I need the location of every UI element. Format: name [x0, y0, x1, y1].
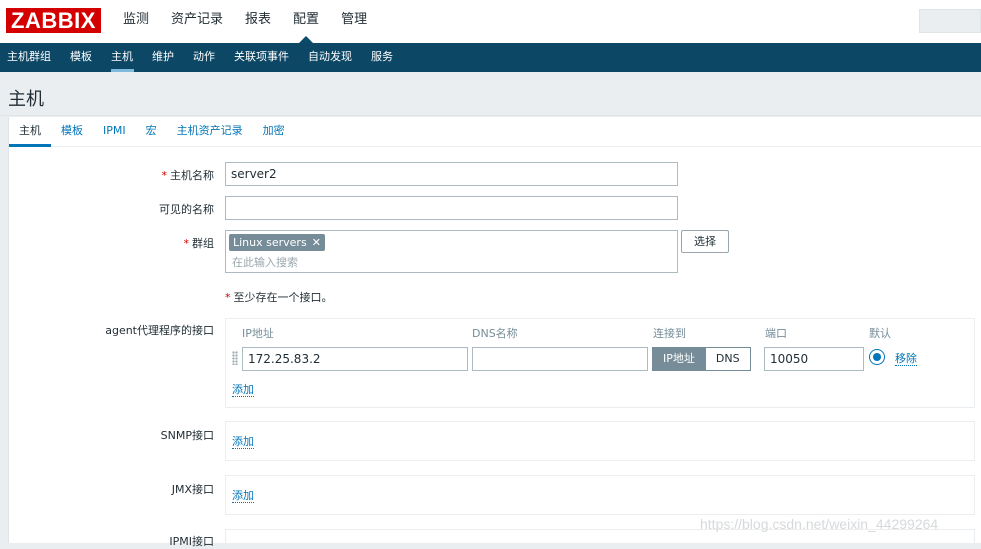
host-form-panel: 主机 模板 IPMI 宏 主机资产记录 加密 * 主机名称 server2 可见的… [8, 117, 981, 549]
groups-label-text: 群组 [192, 237, 214, 250]
jmx-interface-label: JMX接口 [171, 483, 214, 496]
page-title: 主机 [8, 89, 44, 110]
groups-label: * 群组 [184, 235, 215, 251]
select-groups-button[interactable]: 选择 [681, 230, 729, 253]
ipmi-interface-label: IPMI接口 [169, 535, 214, 548]
menu-inventory[interactable]: 资产记录 [160, 0, 234, 43]
menu-reports[interactable]: 报表 [234, 0, 282, 43]
sub-menu: 主机群组 模板 主机 维护 动作 关联项事件 自动发现 服务 [0, 43, 981, 72]
submenu-host-groups[interactable]: 主机群组 [0, 43, 61, 72]
agent-dns-input[interactable] [472, 347, 648, 371]
submenu-discovery[interactable]: 自动发现 [299, 43, 362, 72]
zabbix-logo[interactable]: ZABBIX [6, 8, 101, 33]
host-name-input[interactable]: server2 [225, 162, 678, 186]
jmx-interface-box: 添加 [225, 475, 975, 515]
remove-tag-icon[interactable]: ✕ [312, 236, 321, 249]
col-connect-header: 连接到 [653, 327, 686, 340]
agent-port-input[interactable]: 10050 [764, 347, 864, 371]
col-port-header: 端口 [765, 327, 787, 340]
visible-name-input[interactable] [225, 196, 678, 220]
default-interface-radio[interactable] [869, 349, 885, 365]
drag-handle-icon[interactable] [232, 351, 238, 365]
agent-ip-input[interactable]: 172.25.83.2 [242, 347, 468, 371]
tab-inventory[interactable]: 主机资产记录 [167, 117, 253, 146]
ipmi-interface-box [225, 529, 975, 549]
add-snmp-interface-link[interactable]: 添加 [232, 435, 254, 449]
interface-note-text: 至少存在一个接口。 [233, 291, 333, 304]
required-marker: * [161, 169, 168, 182]
submenu-maintenance[interactable]: 维护 [143, 43, 184, 72]
snmp-interface-box: 添加 [225, 421, 975, 461]
required-marker: * [225, 291, 231, 304]
host-name-label: * 主机名称 [162, 167, 215, 183]
col-dns-header: DNS名称 [472, 327, 518, 340]
tab-templates[interactable]: 模板 [51, 117, 93, 146]
tab-bar: 主机 模板 IPMI 宏 主机资产记录 加密 [9, 117, 981, 147]
menu-administration[interactable]: 管理 [330, 0, 378, 43]
visible-name-label: 可见的名称 [159, 203, 214, 216]
add-jmx-interface-link[interactable]: 添加 [232, 489, 254, 503]
page-header: 主机 [0, 72, 981, 116]
top-bar: ZABBIX 监测 资产记录 报表 配置 管理 [0, 0, 981, 43]
tab-ipmi[interactable]: IPMI [93, 117, 136, 146]
col-ip-header: IP地址 [242, 327, 274, 340]
group-tag: Linux servers ✕ [229, 234, 325, 251]
connect-to-toggle: IP地址 DNS [652, 347, 751, 371]
connect-ip-button[interactable]: IP地址 [653, 348, 705, 370]
agent-interface-box: IP地址 DNS名称 连接到 端口 默认 172.25.83.2 IP地址 DN… [225, 318, 975, 408]
interface-note: * 至少存在一个接口。 [225, 289, 333, 305]
col-default-header: 默认 [869, 327, 891, 340]
menu-monitoring[interactable]: 监测 [112, 0, 160, 43]
host-name-label-text: 主机名称 [170, 169, 214, 182]
submenu-services[interactable]: 服务 [362, 43, 403, 72]
tab-macros[interactable]: 宏 [136, 117, 167, 146]
add-agent-interface-link[interactable]: 添加 [232, 383, 254, 397]
watermark: https://blog.csdn.net/weixin_44299264 [700, 516, 939, 532]
submenu-correlation[interactable]: 关联项事件 [225, 43, 299, 72]
submenu-actions[interactable]: 动作 [184, 43, 225, 72]
search-input[interactable] [919, 9, 981, 33]
groups-multiselect[interactable]: Linux servers ✕ 在此输入搜索 [225, 230, 678, 273]
groups-search-placeholder[interactable]: 在此输入搜索 [232, 254, 298, 270]
remove-interface-link[interactable]: 移除 [895, 352, 917, 366]
group-tag-label: Linux servers [233, 236, 307, 249]
tab-host[interactable]: 主机 [9, 117, 51, 147]
agent-interface-label: agent代理程序的接口 [105, 324, 214, 337]
connect-dns-button[interactable]: DNS [704, 348, 750, 370]
submenu-templates[interactable]: 模板 [61, 43, 102, 72]
submenu-hosts[interactable]: 主机 [102, 43, 143, 72]
snmp-interface-label: SNMP接口 [160, 429, 214, 442]
required-marker: * [183, 237, 190, 250]
menu-configuration[interactable]: 配置 [282, 0, 330, 43]
tab-encryption[interactable]: 加密 [253, 117, 295, 146]
main-menu: 监测 资产记录 报表 配置 管理 [112, 0, 378, 43]
